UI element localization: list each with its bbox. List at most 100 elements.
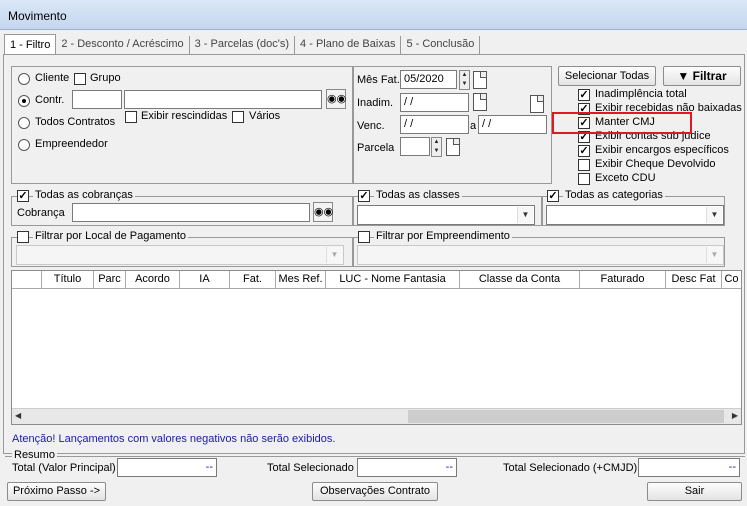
radio-empreendedor[interactable]	[18, 139, 30, 151]
parcela-label: Parcela	[357, 142, 395, 154]
exibir-rescindidas-checkbox[interactable]	[125, 111, 137, 123]
results-grid[interactable]: Título Parc Acordo IA Fat. Mes Ref. LUC …	[11, 270, 742, 425]
inadim-input[interactable]: / /	[400, 93, 469, 112]
tab-strip: 1 - Filtro 2 - Desconto / Acréscimo 3 - …	[4, 34, 481, 54]
contract-code-input[interactable]	[72, 90, 122, 109]
column-header[interactable]: Desc Fat	[666, 271, 722, 288]
chevron-down-icon: ▼	[517, 207, 533, 223]
observacoes-contrato-button[interactable]: Observações Contrato	[312, 482, 438, 501]
grid-header: Título Parc Acordo IA Fat. Mes Ref. LUC …	[12, 271, 741, 289]
parcela-input[interactable]	[400, 137, 430, 156]
empreendimento-dropdown[interactable]: ▼	[357, 245, 724, 265]
categorias-dropdown[interactable]: ▼	[546, 205, 724, 225]
venc-to-input[interactable]: / /	[478, 115, 547, 134]
todas-categorias-checkbox[interactable]: ✓	[547, 190, 559, 202]
chevron-down-icon: ▼	[706, 247, 722, 263]
mes-fat-calendar-icon[interactable]	[473, 71, 487, 89]
exibir-rescindidas-label: Exibir rescindidas	[141, 110, 228, 122]
option-label: Exibir Cheque Devolvido	[595, 158, 716, 170]
option-label: Exceto CDU	[595, 172, 656, 184]
column-header[interactable]: Parc	[94, 271, 126, 288]
todas-cobrancas-label: Todas as cobranças	[33, 189, 135, 201]
window-titlebar: Movimento	[0, 0, 747, 30]
radio-cliente[interactable]	[18, 73, 30, 85]
option-checkbox[interactable]	[578, 159, 590, 171]
total-principal-value: --	[117, 458, 217, 477]
filtrar-label: Filtrar	[692, 69, 727, 83]
venc-from-input[interactable]: / /	[400, 115, 469, 134]
grid-indicator-column	[12, 271, 42, 288]
inadim-label: Inadim.	[357, 97, 394, 109]
mes-fat-input[interactable]: 05/2020	[400, 70, 457, 89]
todos-contratos-label: Todos Contratos	[35, 116, 116, 128]
column-header[interactable]: IA	[180, 271, 230, 288]
empreendedor-label: Empreendedor	[35, 138, 108, 150]
tab-parcelas[interactable]: 3 - Parcelas (doc's)	[190, 36, 296, 54]
radio-todos-contratos[interactable]	[18, 117, 30, 129]
venc-a-label: a	[470, 120, 477, 132]
column-header[interactable]: Mes Ref.	[276, 271, 326, 288]
cobranca-input[interactable]	[72, 203, 310, 222]
chevron-down-icon: ▼	[326, 247, 342, 263]
option-checkbox[interactable]: ✓	[578, 145, 590, 157]
column-header[interactable]: Acordo	[126, 271, 180, 288]
inadim-calendar-icon[interactable]	[473, 93, 487, 111]
tab-plano-baixas[interactable]: 4 - Plano de Baixas	[295, 36, 402, 54]
chevron-down-icon: ▼	[706, 207, 722, 223]
contract-name-input[interactable]	[124, 90, 322, 109]
total-selecionado-cmjd-value: --	[638, 458, 740, 477]
column-header[interactable]: Co	[722, 271, 741, 288]
parcela-spinner[interactable]: ▲ ▼	[431, 137, 442, 157]
column-header[interactable]: Fat.	[230, 271, 276, 288]
local-pagamento-dropdown[interactable]: ▼	[16, 245, 344, 265]
column-header[interactable]: Faturado	[580, 271, 666, 288]
grupo-checkbox[interactable]	[74, 73, 86, 85]
parcela-calendar-icon[interactable]	[446, 138, 460, 156]
tab-desconto[interactable]: 2 - Desconto / Acréscimo	[56, 36, 190, 54]
extra-calendar-icon[interactable]	[530, 95, 544, 113]
column-header[interactable]: Título	[42, 271, 94, 288]
option-label: Exibir encargos específicos	[595, 144, 729, 156]
tab-filtro[interactable]: 1 - Filtro	[4, 34, 57, 54]
scroll-right-icon[interactable]: ▶	[732, 411, 738, 420]
scrollbar-thumb[interactable]	[408, 410, 724, 423]
binoculars-icon: ◉◉	[327, 93, 347, 105]
filtrar-local-checkbox[interactable]	[17, 231, 29, 243]
cobranca-label: Cobrança	[17, 207, 65, 219]
todas-classes-checkbox[interactable]: ✓	[358, 190, 370, 202]
highlight-box	[552, 112, 692, 134]
todas-categorias-label: Todas as categorias	[563, 189, 665, 201]
total-principal-label: Total (Valor Principal)	[12, 462, 116, 474]
column-header[interactable]: Classe da Conta	[460, 271, 580, 288]
tab-conclusao[interactable]: 5 - Conclusão	[401, 36, 481, 54]
option-checkbox[interactable]	[578, 173, 590, 185]
todas-cobrancas-checkbox[interactable]: ✓	[17, 190, 29, 202]
binoculars-icon: ◉◉	[314, 206, 334, 218]
todas-classes-label: Todas as classes	[374, 189, 462, 201]
grupo-label: Grupo	[90, 72, 121, 84]
option-label: Inadimplência total	[595, 88, 687, 100]
horizontal-scrollbar[interactable]: ◀ ▶	[12, 408, 741, 424]
option-checkbox[interactable]: ✓	[578, 89, 590, 101]
filtrar-empreendimento-checkbox[interactable]	[358, 231, 370, 243]
scroll-left-icon[interactable]: ◀	[15, 411, 21, 420]
proximo-passo-button[interactable]: Próximo Passo ->	[7, 482, 106, 501]
radio-contr[interactable]	[18, 95, 30, 107]
total-selecionado-label: Total Selecionado	[267, 462, 354, 474]
warning-message: Atenção! Lançamentos com valores negativ…	[12, 433, 336, 445]
classes-dropdown[interactable]: ▼	[357, 205, 535, 225]
mes-fat-label: Mês Fat.	[357, 74, 400, 86]
selecionar-todas-button[interactable]: Selecionar Todas	[558, 66, 656, 86]
filtrar-button[interactable]: ▼ Filtrar	[663, 66, 741, 86]
total-selecionado-value: --	[357, 458, 457, 477]
mes-fat-spinner[interactable]: ▲ ▼	[459, 70, 470, 90]
sair-button[interactable]: Sair	[647, 482, 742, 501]
column-header[interactable]: LUC - Nome Fantasia	[326, 271, 460, 288]
varios-label: Vários	[249, 110, 281, 122]
search-cobranca-button[interactable]: ◉◉	[313, 202, 333, 222]
venc-label: Venc.	[357, 120, 385, 132]
search-contract-button[interactable]: ◉◉	[326, 89, 346, 109]
total-selecionado-cmjd-label: Total Selecionado (+CMJD)	[503, 462, 638, 474]
window-title: Movimento	[8, 9, 67, 23]
varios-checkbox[interactable]	[232, 111, 244, 123]
